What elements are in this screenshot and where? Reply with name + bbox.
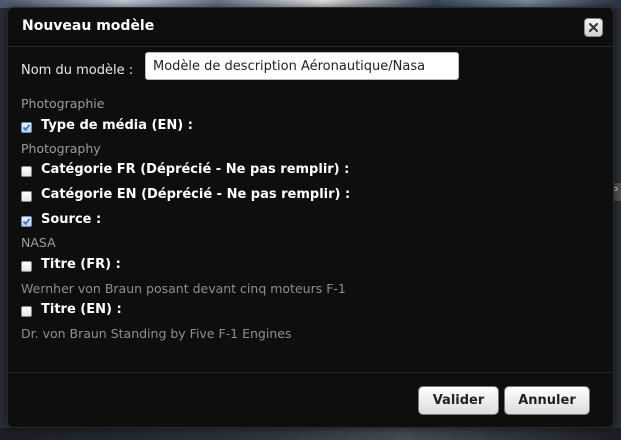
field-row-category-fr[interactable]: Catégorie FR (Déprécié - Ne pas remplir)… (21, 160, 349, 178)
dialog-title: Nouveau modèle (22, 18, 155, 34)
checkmark-icon (22, 123, 31, 131)
field-value-text: Photographie (21, 96, 105, 111)
field-value-text: Photography (21, 141, 101, 156)
backdrop-bottom-strip (0, 428, 621, 440)
validate-button[interactable]: Valider (418, 386, 499, 415)
title-fr-checkbox[interactable] (21, 260, 32, 272)
title-fr-label: Titre (FR) : (41, 256, 121, 272)
field-row-title-en[interactable]: Titre (EN) : (21, 300, 122, 318)
template-name-input[interactable] (145, 52, 459, 80)
source-label: Source : (41, 211, 102, 227)
field-value-text: Dr. von Braun Standing by Five F-1 Engin… (21, 326, 292, 341)
source-checkbox[interactable] (21, 215, 32, 227)
field-row-category-en[interactable]: Catégorie EN (Déprécié - Ne pas remplir)… (21, 185, 350, 203)
new-template-dialog: Nouveau modèle Nom du modèle : Photograp… (7, 7, 614, 428)
category-fr-checkbox[interactable] (21, 165, 32, 177)
media-type-label: Type de média (EN) : (41, 117, 193, 133)
title-en-label: Titre (EN) : (41, 301, 122, 317)
checkmark-icon (22, 217, 31, 225)
dialog-header: Nouveau modèle (8, 8, 613, 47)
title-en-checkbox[interactable] (21, 305, 32, 317)
cancel-button[interactable]: Annuler (504, 386, 590, 415)
field-row-source[interactable]: Source : (21, 210, 101, 228)
close-button[interactable] (584, 18, 603, 37)
dialog-footer-divider (8, 372, 613, 373)
field-row-title-fr[interactable]: Titre (FR) : (21, 255, 121, 273)
field-value-text: Wernher von Braun posant devant cinq mot… (21, 281, 346, 296)
field-row-media-type[interactable]: Type de média (EN) : (21, 116, 193, 134)
close-icon (589, 23, 598, 32)
category-en-checkbox[interactable] (21, 190, 32, 202)
template-name-label: Nom du modèle : (21, 63, 134, 78)
field-value-text: NASA (21, 235, 56, 250)
category-fr-label: Catégorie FR (Déprécié - Ne pas remplir)… (41, 161, 350, 177)
media-type-checkbox[interactable] (21, 121, 32, 133)
category-en-label: Catégorie EN (Déprécié - Ne pas remplir)… (41, 186, 351, 202)
